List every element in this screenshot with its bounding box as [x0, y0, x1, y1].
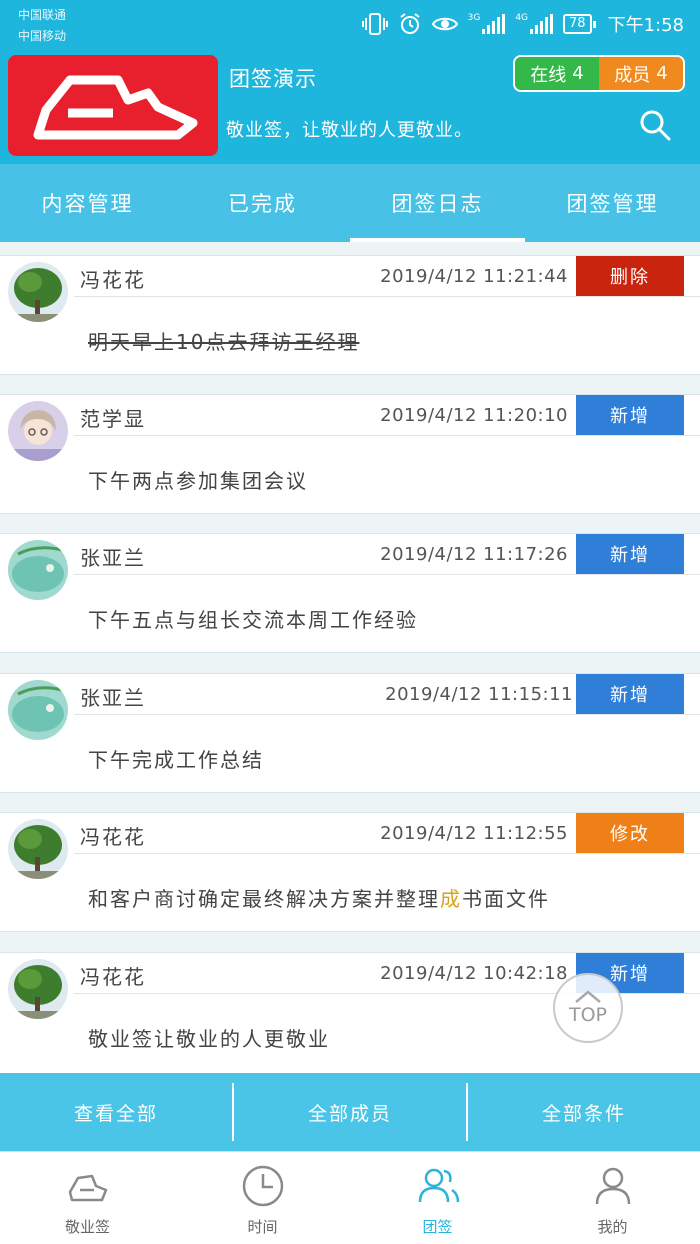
- log-content: 下午五点与组长交流本周工作经验: [88, 608, 418, 632]
- app-logo-icon: [33, 75, 198, 140]
- tab-content-management[interactable]: 内容管理: [0, 164, 175, 242]
- user-name: 范学显: [80, 407, 146, 431]
- network-4g: 4G: [515, 13, 529, 23]
- status-bar: 中国联通 中国移动 3G 4G 78 下午1:58: [0, 0, 700, 50]
- tab-bar: 内容管理 已完成 团签日志 团签管理: [0, 164, 700, 242]
- scroll-top-label: TOP: [568, 1004, 608, 1026]
- user-name: 张亚兰: [80, 546, 146, 570]
- avatar: [8, 819, 68, 879]
- action-badge-add: 新增: [576, 395, 684, 435]
- search-icon[interactable]: [638, 108, 672, 142]
- chevron-up-icon: [575, 990, 601, 1003]
- members-count[interactable]: 成员 4: [599, 57, 683, 90]
- app-logo: [8, 55, 218, 156]
- nav-item-time[interactable]: 时间: [175, 1152, 350, 1244]
- list-item[interactable]: 张亚兰 2019/4/12 11:17:26 新增 下午五点与组长交流本周工作经…: [0, 533, 700, 653]
- nav-label: 我的: [597, 1218, 628, 1236]
- list-item[interactable]: 张亚兰 2019/4/12 11:15:11 新增 下午完成工作总结: [0, 673, 700, 793]
- online-label: 在线: [530, 64, 567, 86]
- carrier-2: 中国移动: [18, 29, 67, 43]
- log-content: 下午两点参加集团会议: [88, 469, 308, 493]
- log-content: 下午完成工作总结: [88, 748, 264, 772]
- signal-icon-1: [482, 14, 506, 34]
- nav-item-team[interactable]: 团签: [350, 1152, 525, 1244]
- divider: [74, 435, 700, 436]
- list-item[interactable]: 范学显 2019/4/12 11:20:10 新增 下午两点参加集团会议: [0, 394, 700, 514]
- timestamp: 2019/4/12 11:21:44: [380, 266, 568, 287]
- nav-label: 时间: [247, 1218, 278, 1236]
- team-icon: [418, 1168, 459, 1203]
- bottom-nav: 敬业签 时间 团签 我的: [0, 1151, 700, 1244]
- member-stats[interactable]: 在线 4 成员 4: [513, 55, 685, 92]
- online-count[interactable]: 在线 4: [515, 57, 599, 90]
- action-badge-add: 新增: [576, 534, 684, 574]
- avatar: [8, 262, 68, 322]
- divider: [74, 714, 700, 715]
- all-conditions-button[interactable]: 全部条件: [466, 1083, 700, 1141]
- nav-item-mine[interactable]: 我的: [525, 1152, 700, 1244]
- divider: [74, 296, 700, 297]
- members-label: 成员: [614, 64, 651, 86]
- clock-icon: [242, 1165, 283, 1207]
- log-content: 明天早上10点去拜访王经理: [88, 330, 360, 354]
- user-name: 冯花花: [80, 965, 146, 989]
- list-item[interactable]: 冯花花 2019/4/12 11:21:44 删除 明天早上10点去拜访王经理: [0, 255, 700, 375]
- content-after: 书面文件: [462, 887, 550, 911]
- nav-item-jingyeqian[interactable]: 敬业签: [0, 1152, 175, 1244]
- list-item[interactable]: 冯花花 2019/4/12 11:12:55 修改 和客户商讨确定最终解决方案并…: [0, 812, 700, 932]
- avatar: [8, 959, 68, 1019]
- user-name: 冯花花: [80, 268, 146, 292]
- alarm-icon: [400, 13, 420, 34]
- log-content: 敬业签让敬业的人更敬业: [88, 1027, 330, 1051]
- user-name: 张亚兰: [80, 686, 146, 710]
- avatar: [8, 401, 68, 461]
- action-badge-delete: 删除: [576, 256, 684, 296]
- log-content: 和客户商讨确定最终解决方案并整理成书面文件: [88, 883, 550, 912]
- avatar: [8, 680, 68, 740]
- timestamp: 2019/4/12 11:12:55: [380, 823, 568, 844]
- action-badge-add: 新增: [576, 674, 684, 714]
- timestamp: 2019/4/12 10:42:18: [380, 963, 568, 984]
- online-value: 4: [572, 63, 584, 84]
- scroll-top-button[interactable]: TOP: [553, 973, 623, 1043]
- carrier-1: 中国联通: [18, 8, 67, 22]
- user-name: 冯花花: [80, 825, 146, 849]
- network-3g: 3G: [467, 13, 481, 23]
- clock-time: 下午1:58: [607, 15, 684, 36]
- timestamp: 2019/4/12 11:17:26: [380, 544, 568, 565]
- nav-label: 敬业签: [64, 1218, 110, 1236]
- battery-icon: 78: [563, 14, 596, 34]
- timestamp: 2019/4/12 11:15:11: [385, 684, 573, 705]
- all-members-button[interactable]: 全部成员: [232, 1083, 466, 1141]
- content-before: 和客户商讨确定最终解决方案并整理: [88, 887, 440, 911]
- vibrate-icon: [361, 13, 388, 35]
- tab-team-log[interactable]: 团签日志: [350, 164, 525, 242]
- app-slogan: 敬业签，让敬业的人更敬业。: [226, 120, 473, 141]
- app-title: 团签演示: [229, 67, 317, 91]
- members-value: 4: [656, 63, 668, 84]
- action-badge-modify: 修改: [576, 813, 684, 853]
- user-icon: [595, 1167, 630, 1205]
- filter-action-bar: 查看全部 全部成员 全部条件: [0, 1073, 700, 1151]
- app-logo-icon: [68, 1174, 107, 1202]
- avatar: [8, 540, 68, 600]
- tab-team-management[interactable]: 团签管理: [525, 164, 700, 242]
- header: 团签演示 敬业签，让敬业的人更敬业。 在线 4 成员 4: [0, 50, 700, 164]
- content-highlight: 成: [440, 887, 462, 911]
- signal-icon-2: [530, 14, 554, 34]
- timestamp: 2019/4/12 11:20:10: [380, 405, 568, 426]
- divider: [74, 574, 700, 575]
- eye-icon: [431, 17, 458, 31]
- tab-completed[interactable]: 已完成: [175, 164, 350, 242]
- view-all-button[interactable]: 查看全部: [0, 1073, 232, 1151]
- nav-label: 团签: [422, 1218, 453, 1236]
- divider: [74, 853, 700, 854]
